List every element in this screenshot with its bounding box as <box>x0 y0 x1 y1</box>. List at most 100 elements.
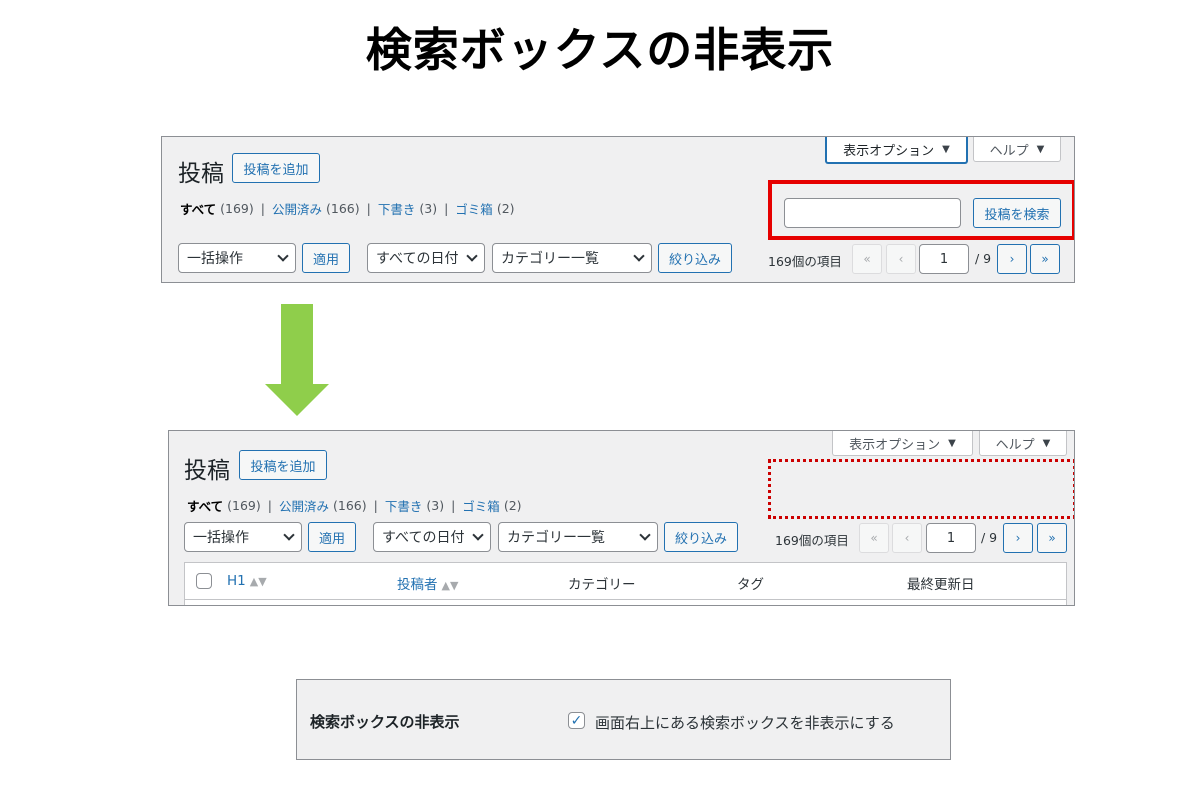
triangle-down-icon: ▼ <box>1036 143 1045 155</box>
option-label: 検索ボックスの非表示 <box>310 713 460 731</box>
category-filter-select[interactable]: カテゴリー一覧 <box>498 522 658 552</box>
chevron-down-icon <box>639 528 651 541</box>
view-all-count: (169) <box>227 498 261 513</box>
view-publish-link[interactable]: 公開済み <box>279 496 329 515</box>
down-arrow-head <box>265 384 329 416</box>
separator: | <box>260 201 265 216</box>
sort-arrows-icon: ▲▼ <box>249 575 267 588</box>
separator: | <box>373 498 378 513</box>
last-page-button[interactable]: » <box>1037 523 1067 553</box>
chevron-down-icon <box>277 249 289 262</box>
view-trash-link[interactable]: ゴミ箱 <box>462 496 500 515</box>
chevron-down-icon <box>283 528 295 541</box>
total-pages: / 9 <box>981 530 998 545</box>
items-count: 169個の項目 <box>768 254 842 269</box>
next-page-button[interactable]: › <box>1003 523 1033 553</box>
separator: | <box>444 201 449 216</box>
help-button[interactable]: ヘルプ ▼ <box>973 137 1061 162</box>
category-filter-value: カテゴリー一覧 <box>501 251 599 267</box>
view-draft-count: (3) <box>426 498 445 513</box>
view-all-link[interactable]: すべて <box>180 199 216 218</box>
chevron-down-icon <box>466 249 478 262</box>
screen-options-button[interactable]: 表示オプション ▼ <box>832 431 973 456</box>
bulk-action-select[interactable]: 一括操作 <box>184 522 302 552</box>
apply-button[interactable]: 適用 <box>308 522 356 552</box>
items-count: 169個の項目 <box>775 533 849 548</box>
view-draft-count: (3) <box>419 201 438 216</box>
search-box-option-panel: 検索ボックスの非表示 ✓ 画面右上にある検索ボックスを非表示にする <box>296 679 951 760</box>
prev-page-button[interactable]: ‹ <box>886 244 916 274</box>
select-all-checkbox[interactable] <box>196 573 212 589</box>
chevron-down-icon <box>633 249 645 262</box>
add-new-post-button[interactable]: 投稿を追加 <box>239 450 327 480</box>
apply-button[interactable]: 適用 <box>302 243 350 273</box>
add-new-post-button[interactable]: 投稿を追加 <box>232 153 320 183</box>
filter-button[interactable]: 絞り込み <box>664 522 738 552</box>
triangle-down-icon: ▼ <box>1042 437 1051 449</box>
posts-screen-after: 投稿 投稿を追加 表示オプション ▼ ヘルプ ▼ すべて (169) | 公開済… <box>168 430 1075 606</box>
category-filter-select[interactable]: カテゴリー一覧 <box>492 243 652 273</box>
screen-options-button[interactable]: 表示オプション ▼ <box>825 137 968 164</box>
post-status-views: すべて (169) | 公開済み (166) | 下書き (3) | ゴミ箱 (… <box>180 199 515 218</box>
current-page-input[interactable]: 1 <box>926 523 976 553</box>
first-page-button[interactable]: « <box>859 523 889 553</box>
chevron-down-icon <box>472 528 484 541</box>
help-label: ヘルプ <box>995 437 1035 453</box>
column-h1-label: H1 <box>227 573 246 589</box>
post-status-views: すべて (169) | 公開済み (166) | 下書き (3) | ゴミ箱 (… <box>187 496 522 515</box>
headline: 検索ボックスの非表示 <box>365 23 835 77</box>
view-all-count: (169) <box>220 201 254 216</box>
bulk-action-select[interactable]: 一括操作 <box>178 243 296 273</box>
page-title: 投稿 <box>178 161 224 187</box>
last-page-button[interactable]: » <box>1030 244 1060 274</box>
down-arrow-icon <box>281 304 313 386</box>
column-author-label: 投稿者 <box>397 577 438 593</box>
sort-arrows-icon: ▲▼ <box>441 579 459 592</box>
view-draft-link[interactable]: 下書き <box>378 199 416 218</box>
column-h1[interactable]: H1 ▲▼ <box>227 573 267 589</box>
date-filter-select[interactable]: すべての日付 <box>373 522 491 552</box>
posts-table-body <box>184 600 1067 605</box>
view-publish-link[interactable]: 公開済み <box>272 199 322 218</box>
page-title: 投稿 <box>184 458 230 484</box>
hidden-search-area-marker <box>768 459 1074 519</box>
separator: | <box>451 498 456 513</box>
checkmark-icon: ✓ <box>570 712 583 729</box>
hide-search-checkbox[interactable]: ✓ <box>568 712 585 729</box>
separator: | <box>366 201 371 216</box>
view-all-link[interactable]: すべて <box>187 496 223 515</box>
prev-page-button[interactable]: ‹ <box>892 523 922 553</box>
total-pages: / 9 <box>975 251 992 266</box>
date-filter-value: すべての日付 <box>382 530 465 546</box>
column-tag: タグ <box>737 577 764 593</box>
posts-screen-before: 投稿 投稿を追加 表示オプション ▼ ヘルプ ▼ すべて (169) | 公開済… <box>161 136 1075 283</box>
hide-search-checkbox-label[interactable]: 画面右上にある検索ボックスを非表示にする <box>595 712 895 733</box>
triangle-down-icon: ▼ <box>942 144 950 155</box>
triangle-down-icon: ▼ <box>948 437 956 449</box>
category-filter-value: カテゴリー一覧 <box>507 530 605 546</box>
view-draft-link[interactable]: 下書き <box>385 496 423 515</box>
view-trash-count: (2) <box>503 498 522 513</box>
view-trash-count: (2) <box>496 201 515 216</box>
view-trash-link[interactable]: ゴミ箱 <box>455 199 493 218</box>
column-category: カテゴリー <box>568 577 636 593</box>
bulk-action-value: 一括操作 <box>193 530 249 546</box>
current-page-input[interactable]: 1 <box>919 244 969 274</box>
date-filter-select[interactable]: すべての日付 <box>367 243 485 273</box>
view-publish-count: (166) <box>333 498 367 513</box>
screen-options-label: 表示オプション <box>843 144 935 159</box>
column-author[interactable]: 投稿者 ▲▼ <box>397 573 458 593</box>
view-publish-count: (166) <box>326 201 360 216</box>
first-page-button[interactable]: « <box>852 244 882 274</box>
help-label: ヘルプ <box>989 143 1029 159</box>
date-filter-value: すべての日付 <box>376 251 459 267</box>
column-modified: 最終更新日 <box>907 577 975 593</box>
help-button[interactable]: ヘルプ ▼ <box>979 431 1067 456</box>
next-page-button[interactable]: › <box>997 244 1027 274</box>
posts-table-header: H1 ▲▼ 投稿者 ▲▼ カテゴリー タグ 最終更新日 <box>184 562 1067 600</box>
highlight-search-box <box>768 180 1074 240</box>
separator: | <box>267 498 272 513</box>
screen-options-label: 表示オプション <box>849 437 941 453</box>
filter-button[interactable]: 絞り込み <box>658 243 732 273</box>
bulk-action-value: 一括操作 <box>187 251 243 267</box>
